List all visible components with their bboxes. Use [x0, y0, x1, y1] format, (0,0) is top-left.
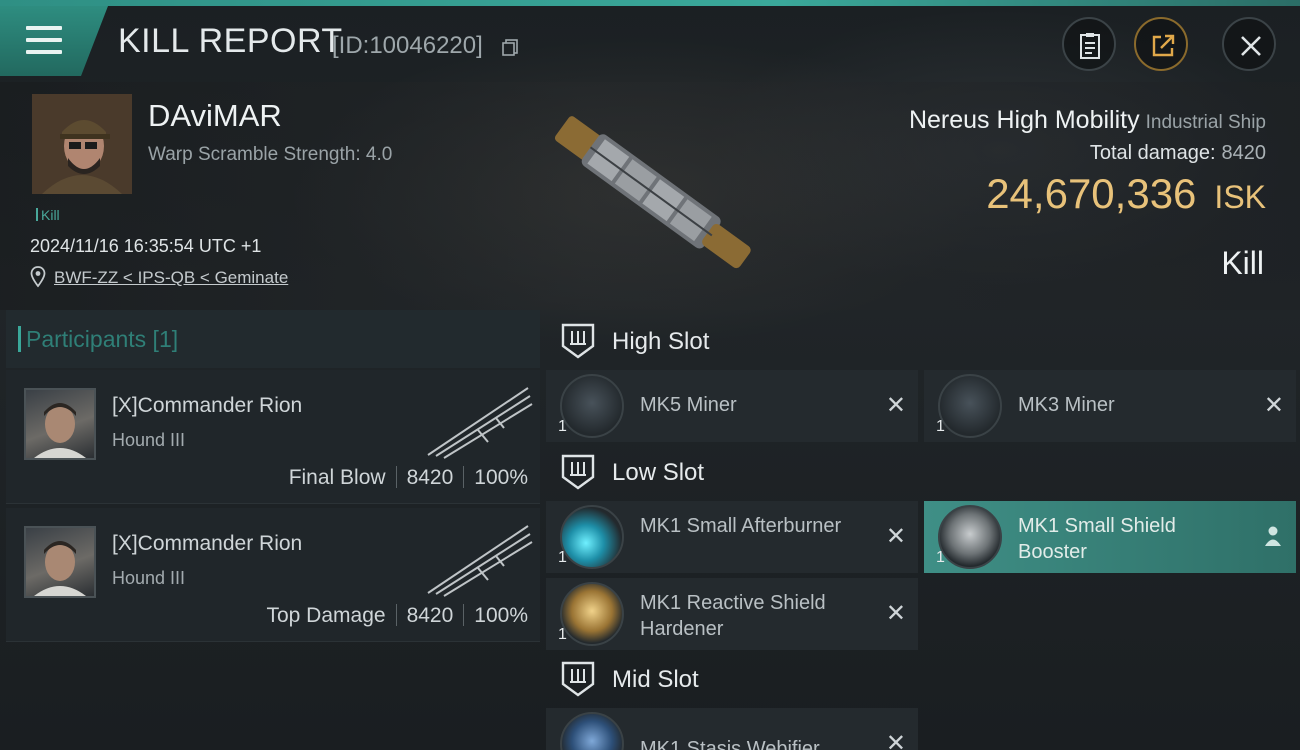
module-name: MK1 Small Shield Booster [1018, 515, 1176, 563]
module-name: MK5 Miner [640, 394, 737, 416]
participants-header: Participants [1] [6, 310, 540, 368]
hamburger-icon [26, 26, 62, 54]
participant-percent: 100% [474, 466, 528, 489]
isk-amount: 24,670,336 [986, 170, 1197, 217]
participant-row[interactable]: [X]Commander Rion Hound III Final Blow 84… [6, 370, 540, 504]
remove-icon[interactable]: ✕ [1264, 394, 1284, 418]
victim-name: DAviMAR [148, 98, 282, 133]
afterburner-icon [560, 505, 624, 569]
module-card[interactable]: 1 MK1 Stasis Webifier ✕ [546, 708, 918, 750]
participant-portrait [34, 541, 86, 596]
participant-ship: Hound III [112, 430, 186, 450]
kill-report-screen: KILL REPORT [ID:10046220] DAviMAR Warp S… [0, 0, 1300, 750]
copy-icon[interactable] [502, 38, 520, 56]
close-icon [1241, 36, 1261, 56]
separator [463, 466, 465, 488]
remove-icon[interactable]: ✕ [886, 525, 906, 549]
person-icon[interactable] [1264, 525, 1282, 547]
report-id: [ID:10046220] [332, 32, 483, 59]
low-slot-header: Low Slot [546, 443, 1296, 503]
clipboard-icon [1080, 33, 1100, 59]
participant-name: [X]Commander Rion [112, 394, 303, 417]
module-card-selected[interactable]: 1 MK1 Small Shield Booster [924, 501, 1296, 573]
remove-icon[interactable]: ✕ [886, 394, 906, 418]
participant-row[interactable]: [X]Commander Rion Hound III Top Damage 84… [6, 508, 540, 642]
participant-damage: 8420 [406, 604, 454, 627]
participants-title: Participants [1] [17, 326, 179, 352]
remove-icon[interactable]: ✕ [886, 602, 906, 626]
module-name: MK1 Small Afterburner [640, 515, 842, 537]
module-card[interactable]: 1 MK1 Reactive Shield Hardener ✕ [546, 578, 918, 650]
miner-icon [560, 374, 624, 438]
participant-role: Final Blow [288, 466, 386, 489]
low-slot-icon [561, 454, 595, 490]
module-card[interactable]: 1 MK1 Small Afterburner ✕ [546, 501, 918, 573]
total-damage-value: 8420 [1221, 142, 1267, 164]
ship-render-image [554, 116, 751, 269]
miner-icon [938, 374, 1002, 438]
participant-ship: Hound III [112, 568, 186, 588]
share-icon [1152, 34, 1175, 57]
weapon-icon [427, 387, 533, 459]
ship-class: Industrial Ship [1145, 112, 1266, 133]
module-name: MK3 Miner [1018, 394, 1115, 416]
ship-name: Nereus High Mobility Industrial Ship [909, 106, 1266, 135]
participant-name: [X]Commander Rion [112, 532, 303, 555]
isk-value: 24,670,336 ISK [986, 170, 1266, 218]
kill-tag: Kill [36, 207, 60, 223]
participant-portrait [34, 403, 86, 458]
total-damage-label: Total damage: [1089, 142, 1216, 164]
shield-hardener-icon [560, 582, 624, 646]
low-slot-label: Low Slot [612, 459, 705, 486]
mid-slot-icon [561, 661, 595, 697]
ship-type-name: Nereus High Mobility [908, 106, 1140, 134]
participant-damage: 8420 [406, 466, 454, 489]
share-button[interactable] [1134, 17, 1188, 71]
mid-slot-header: Mid Slot [546, 650, 1296, 710]
mid-slot-label: Mid Slot [612, 666, 699, 693]
location-pin-icon [30, 266, 46, 288]
module-name: MK1 Stasis Webifier [640, 738, 820, 750]
participant-avatar[interactable] [24, 388, 96, 460]
shield-booster-icon [938, 505, 1002, 569]
module-quantity: 1 [936, 549, 945, 566]
separator [463, 604, 465, 626]
page-title: KILL REPORT [118, 22, 343, 60]
participant-avatar[interactable] [24, 526, 96, 598]
log-button[interactable] [1062, 17, 1116, 71]
module-name: MK1 Reactive Shield Hardener [640, 592, 826, 640]
module-quantity: 1 [558, 626, 567, 643]
pilot-portrait [32, 94, 132, 194]
close-button[interactable] [1222, 17, 1276, 71]
module-quantity: 1 [558, 418, 567, 435]
top-accent-line [0, 0, 1300, 6]
kill-location-link[interactable]: BWF-ZZ < IPS-QB < Geminate [54, 268, 288, 288]
weapon-icon [427, 525, 533, 597]
participant-role: Top Damage [266, 604, 386, 627]
module-quantity: 1 [936, 418, 945, 435]
module-card[interactable]: 1 MK5 Miner ✕ [546, 370, 918, 442]
separator [395, 466, 397, 488]
result-label: Kill [1221, 245, 1264, 281]
menu-button[interactable] [0, 6, 108, 76]
participant-stats: Top Damage 8420 100% [266, 604, 528, 628]
high-slot-header: High Slot [546, 312, 1296, 372]
kill-datetime: 2024/11/16 16:35:54 UTC +1 [30, 236, 262, 256]
total-damage: Total damage: 8420 [1090, 142, 1266, 165]
warp-scramble-strength: Warp Scramble Strength: 4.0 [148, 144, 393, 165]
stasis-webifier-icon [560, 712, 624, 750]
isk-unit: ISK [1214, 179, 1266, 215]
high-slot-icon [561, 323, 595, 359]
module-quantity: 1 [558, 549, 567, 566]
participant-stats: Final Blow 8420 100% [289, 466, 528, 490]
participant-percent: 100% [474, 604, 528, 627]
module-card[interactable]: 1 MK3 Miner ✕ [924, 370, 1296, 442]
victim-avatar[interactable] [32, 94, 132, 194]
high-slot-label: High Slot [612, 328, 710, 355]
remove-icon[interactable]: ✕ [886, 732, 906, 750]
separator [395, 604, 397, 626]
